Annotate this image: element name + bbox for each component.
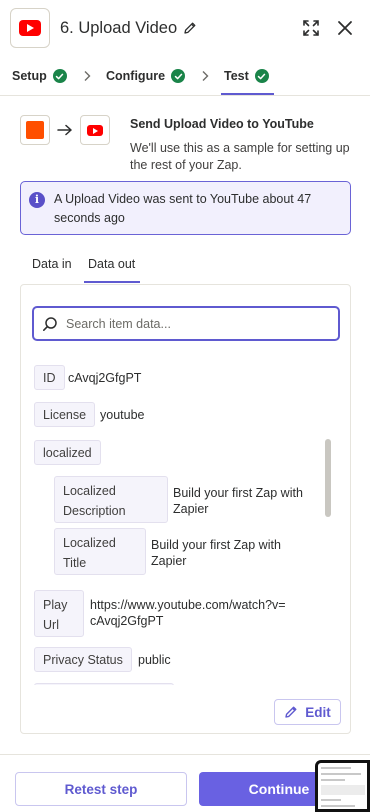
info-icon: i: [29, 192, 45, 208]
info-message: A Upload Video was sent to YouTube about…: [54, 192, 312, 225]
sample-info-banner: i A Upload Video was sent to YouTube abo…: [20, 181, 351, 235]
tab-data-in[interactable]: Data in: [32, 257, 72, 271]
tab-test-label: Test: [224, 69, 249, 83]
app-flow: [20, 115, 110, 145]
pencil-icon[interactable]: [183, 21, 197, 35]
scrollbar-thumb[interactable]: [325, 439, 331, 517]
field-value-localized-title: Build your first Zap with Zapier: [151, 538, 281, 568]
youtube-icon: [19, 20, 41, 36]
step-title: 6. Upload Video: [60, 18, 178, 37]
youtube-icon: [87, 124, 103, 136]
field-key-license[interactable]: License: [34, 402, 96, 427]
search-placeholder: Search item data...: [66, 316, 171, 331]
field-key-privacy-status[interactable]: Privacy Status: [34, 647, 132, 672]
field-value-id: cAvqj2GfgPT: [68, 371, 142, 385]
tab-setup-label: Setup: [12, 69, 47, 83]
chevron-right-icon: [84, 71, 91, 81]
field-value-play-url: https://www.youtube.com/watch?v=cAvqj2Gf…: [90, 598, 286, 628]
chevron-right-icon: [202, 71, 209, 81]
youtube-app-tile: [80, 115, 110, 145]
field-key-localized-title[interactable]: Localized Title: [54, 528, 146, 575]
tab-configure-label: Configure: [106, 69, 166, 83]
close-icon[interactable]: [333, 16, 357, 40]
field-key-localized-description[interactable]: Localized Description: [54, 476, 168, 523]
data-field-list: ID cAvqj2GfgPT License youtube localized…: [21, 359, 321, 685]
app-icon-tile: [10, 8, 50, 48]
field-key-play-url[interactable]: Play Url: [34, 590, 84, 637]
field-key-id[interactable]: ID: [34, 365, 65, 390]
retest-step-button[interactable]: Retest step: [15, 772, 187, 806]
data-out-panel: Search item data... ID cAvqj2GfgPT Licen…: [20, 284, 351, 734]
edit-button[interactable]: Edit: [274, 699, 341, 725]
arrow-right-icon: [57, 124, 72, 136]
check-circle-icon: [171, 69, 186, 83]
active-data-tab-indicator: [84, 281, 140, 283]
tab-configure[interactable]: Configure: [106, 56, 186, 96]
field-value-license: youtube: [100, 408, 145, 422]
intro-title: Send Upload Video to YouTube: [130, 117, 314, 131]
check-circle-icon: [52, 69, 67, 83]
expand-icon[interactable]: [299, 16, 323, 40]
tab-setup[interactable]: Setup: [12, 56, 67, 96]
intro-description: We'll use this as a sample for setting u…: [130, 141, 350, 172]
zapier-app-tile: [20, 115, 50, 145]
edit-label: Edit: [305, 704, 331, 720]
scrollbar[interactable]: [321, 365, 331, 685]
tab-data-out[interactable]: Data out: [88, 257, 135, 271]
search-icon: [43, 316, 57, 331]
footer-divider: [0, 754, 370, 755]
pencil-icon: [285, 706, 297, 718]
field-key-partial[interactable]: [34, 683, 174, 685]
tab-test[interactable]: Test: [224, 56, 269, 96]
field-value-localized-description: Build your first Zap with Zapier: [173, 486, 303, 516]
field-value-privacy-status: public: [138, 653, 171, 667]
check-circle-icon: [254, 69, 269, 83]
screenshot-thumbnail[interactable]: [315, 760, 370, 812]
active-tab-indicator: [221, 93, 274, 95]
field-key-localized[interactable]: localized: [34, 440, 101, 465]
step-tabs: Setup Configure Test: [0, 56, 370, 96]
search-input[interactable]: Search item data...: [32, 306, 340, 341]
zapier-icon: [26, 121, 44, 139]
